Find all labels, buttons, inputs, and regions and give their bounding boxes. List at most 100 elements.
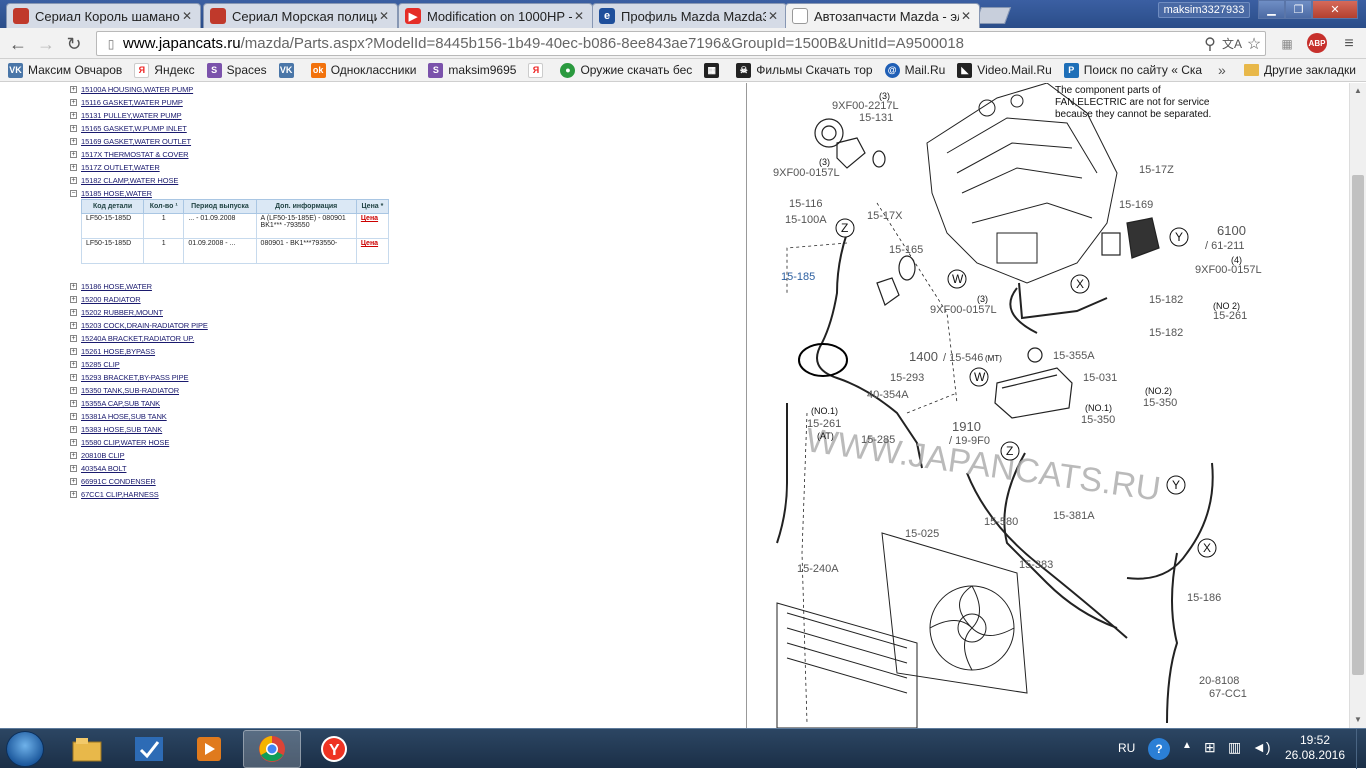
expand-icon[interactable]: + xyxy=(70,125,77,132)
part-label[interactable]: 15-350 xyxy=(1081,414,1115,426)
bookmark-5[interactable]: ok Одноклассники xyxy=(310,62,416,78)
language-indicator[interactable]: RU xyxy=(1118,741,1135,755)
tab-3[interactable]: ▶ Modification on 1000HP - ✕ xyxy=(398,3,593,28)
tab-1-close-icon[interactable]: ✕ xyxy=(180,9,194,23)
tree-item-link[interactable]: 1517Z OUTLET,WATER xyxy=(81,163,160,172)
tree-item-link[interactable]: 15355A CAP,SUB TANK xyxy=(81,399,160,408)
tree-item[interactable]: +15240A BRACKET,RADIATOR UP. xyxy=(70,332,400,345)
bookmark-12[interactable]: ◣ Video.Mail.Ru xyxy=(957,62,1052,78)
part-label[interactable]: 1910 xyxy=(952,419,981,434)
scroll-up-arrow[interactable]: ▲ xyxy=(1350,83,1366,99)
tree-item-link[interactable]: 40354A BOLT xyxy=(81,464,127,473)
part-label[interactable]: 15-131 xyxy=(859,112,893,124)
tree-item-link[interactable]: 15100A HOUSING,WATER PUMP xyxy=(81,85,193,94)
tree-item[interactable]: +20810B CLIP xyxy=(70,449,400,462)
bookmark-10[interactable]: ☠ Фильмы Скачать тор xyxy=(736,62,873,78)
expand-icon[interactable]: + xyxy=(70,309,77,316)
close-window-button[interactable]: ✕ xyxy=(1312,0,1358,19)
expand-icon[interactable]: − xyxy=(70,190,77,197)
part-label[interactable]: 15-293 xyxy=(890,372,924,384)
part-label[interactable]: 6100 xyxy=(1217,223,1246,238)
help-icon[interactable]: ? xyxy=(1148,738,1170,760)
expand-icon[interactable]: + xyxy=(70,348,77,355)
translate-icon[interactable]: 文A xyxy=(1221,33,1243,55)
tree-item[interactable]: +15350 TANK,SUB-RADIATOR xyxy=(70,384,400,397)
menu-icon[interactable]: ≡ xyxy=(1338,33,1360,55)
tree-item[interactable]: +15169 GASKET,WATER OUTLET xyxy=(70,135,400,148)
tree-item[interactable]: +15293 BRACKET,BY-PASS PIPE xyxy=(70,371,400,384)
expand-icon[interactable]: + xyxy=(70,478,77,485)
tree-item-link[interactable]: 15261 HOSE,BYPASS xyxy=(81,347,155,356)
expand-icon[interactable]: + xyxy=(70,177,77,184)
expand-icon[interactable]: + xyxy=(70,164,77,171)
tree-item-link[interactable]: 67CC1 CLIP,HARNESS xyxy=(81,490,159,499)
tree-item[interactable]: +15202 RUBBER,MOUNT xyxy=(70,306,400,319)
tree-item-link[interactable]: 15350 TANK,SUB-RADIATOR xyxy=(81,386,179,395)
tree-item-link[interactable]: 15240A BRACKET,RADIATOR UP. xyxy=(81,334,194,343)
part-label[interactable]: 15-261 xyxy=(807,418,841,430)
part-label[interactable]: 15-580 xyxy=(984,516,1018,528)
price-link[interactable]: Цена xyxy=(355,213,390,239)
bookmark-11[interactable]: @ Mail.Ru xyxy=(884,62,945,78)
bookmark-2[interactable]: Я Яндекс xyxy=(134,62,195,78)
tree-item[interactable]: +15383 HOSE,SUB TANK xyxy=(70,423,400,436)
expand-icon[interactable]: + xyxy=(70,296,77,303)
tree-item[interactable]: +15355A CAP,SUB TANK xyxy=(70,397,400,410)
tree-item[interactable]: +15381A HOSE,SUB TANK xyxy=(70,410,400,423)
part-label[interactable]: 15-350 xyxy=(1143,397,1177,409)
expand-icon[interactable]: + xyxy=(70,452,77,459)
part-label[interactable]: 9XF00-0157L xyxy=(930,304,997,316)
taskbar-app[interactable] xyxy=(120,730,178,768)
scroll-down-arrow[interactable]: ▼ xyxy=(1350,712,1366,728)
tree-item[interactable]: +15186 HOSE,WATER xyxy=(70,280,400,293)
tab-1[interactable]: Сериал Король шаманов ✕ xyxy=(6,3,201,28)
bookmark-6[interactable]: Smaksim9695 xyxy=(428,62,516,78)
part-label[interactable]: / 61-211 xyxy=(1205,240,1245,252)
tree-item-link[interactable]: 15293 BRACKET,BY-PASS PIPE xyxy=(81,373,189,382)
part-label[interactable]: 15-182 xyxy=(1149,327,1183,339)
start-button[interactable] xyxy=(6,731,44,767)
part-label[interactable]: 20-8108 xyxy=(1199,675,1239,687)
part-label[interactable]: 15-100A xyxy=(785,214,827,226)
new-tab-button[interactable] xyxy=(974,7,1012,24)
tree-item-link[interactable]: 15182 CLAMP,WATER HOSE xyxy=(81,176,178,185)
expand-icon[interactable]: + xyxy=(70,400,77,407)
expand-icon[interactable]: + xyxy=(70,151,77,158)
part-label[interactable]: 15-165 xyxy=(889,244,923,256)
parts-diagram[interactable]: The component parts of FAN,ELECTRIC are … xyxy=(746,83,1282,728)
bookmark-1[interactable]: VK Максим Овчаров xyxy=(8,62,122,78)
tree-item-link[interactable]: 15169 GASKET,WATER OUTLET xyxy=(81,137,191,146)
tree-item-link[interactable]: 20810B CLIP xyxy=(81,451,125,460)
tree-item[interactable]: +15116 GASKET,WATER PUMP xyxy=(70,96,400,109)
price-link[interactable]: Цена xyxy=(355,238,390,264)
part-label[interactable]: 15-285 xyxy=(861,434,895,446)
tree-item[interactable]: +15131 PULLEY,WATER PUMP xyxy=(70,109,400,122)
expand-icon[interactable]: + xyxy=(70,491,77,498)
part-label[interactable]: 15-383 xyxy=(1019,559,1053,571)
part-label[interactable]: 9XF00-2217L xyxy=(832,100,899,112)
tree-item[interactable]: +15203 COCK,DRAIN-RADIATOR PIPE xyxy=(70,319,400,332)
expand-icon[interactable]: + xyxy=(70,86,77,93)
tree-item[interactable]: +15182 CLAMP,WATER HOSE xyxy=(70,174,400,187)
taskbar-yandex-browser[interactable]: Y xyxy=(305,730,363,768)
windows-flag-icon[interactable]: ⊞ xyxy=(1204,739,1216,756)
profile-badge[interactable]: maksim3327933 xyxy=(1158,2,1250,18)
tree-item[interactable]: +67CC1 CLIP,HARNESS xyxy=(70,488,400,501)
part-label[interactable]: 15-169 xyxy=(1119,199,1153,211)
page-scrollbar[interactable]: ▲ ▼ xyxy=(1349,83,1366,728)
scrollbar-thumb[interactable] xyxy=(1352,175,1364,675)
system-clock[interactable]: 19:52 26.08.2016 xyxy=(1280,733,1350,763)
tree-item-link[interactable]: 15383 HOSE,SUB TANK xyxy=(81,425,162,434)
tab-5-close-icon[interactable]: ✕ xyxy=(959,9,973,23)
bookmark-13[interactable]: P Поиск по сайту « Ска xyxy=(1063,62,1202,78)
tree-item-link[interactable]: 15186 HOSE,WATER xyxy=(81,282,152,291)
tree-item-link[interactable]: 66991C CONDENSER xyxy=(81,477,156,486)
tree-item[interactable]: +1517Z OUTLET,WATER xyxy=(70,161,400,174)
taskbar-media-player[interactable] xyxy=(180,730,238,768)
adblock-icon[interactable]: ABP xyxy=(1307,33,1327,53)
tree-item[interactable]: +15200 RADIATOR xyxy=(70,293,400,306)
tree-item-link[interactable]: 1517X THERMOSTAT & COVER xyxy=(81,150,189,159)
expand-icon[interactable]: + xyxy=(70,465,77,472)
tree-item[interactable]: +15285 CLIP xyxy=(70,358,400,371)
part-label[interactable]: / 15-546 xyxy=(943,352,983,364)
